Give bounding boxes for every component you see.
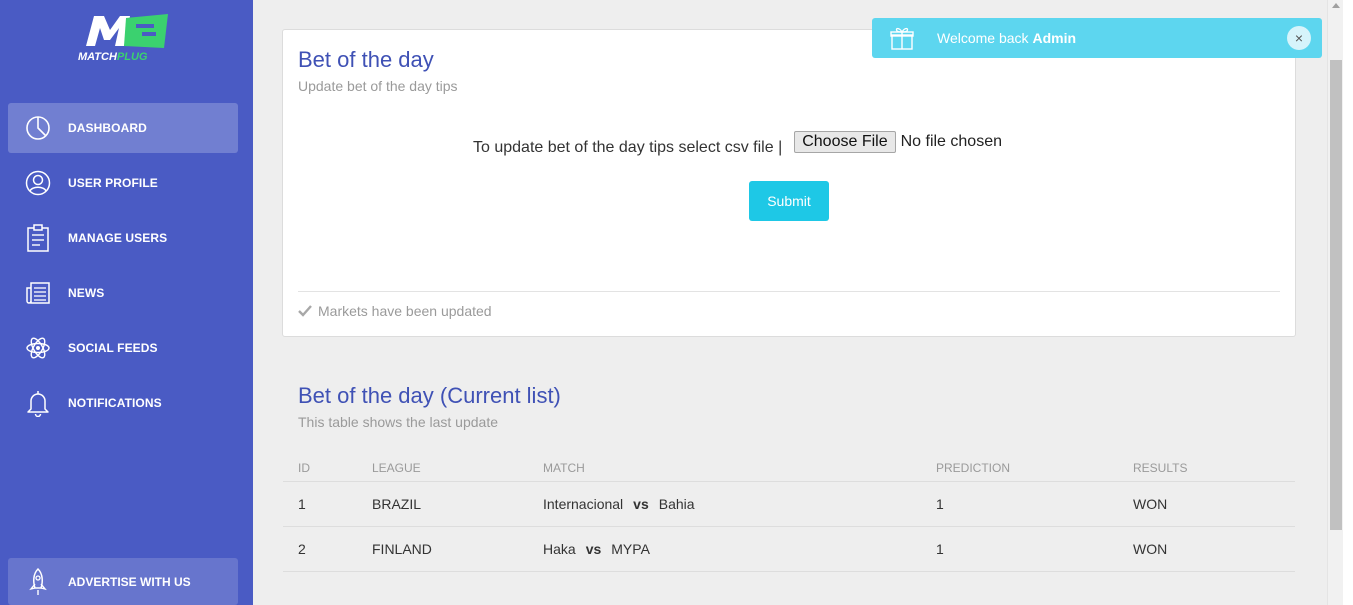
sidebar-item-manage-users[interactable]: MANAGE USERS	[8, 213, 238, 263]
sidebar-item-label: ADVERTISE WITH US	[68, 574, 191, 589]
sidebar-item-notifications[interactable]: NOTIFICATIONS	[8, 378, 238, 428]
col-league: LEAGUE	[372, 461, 421, 475]
sidebar-item-label: MANAGE USERS	[68, 231, 168, 245]
cell-prediction: 1	[936, 541, 944, 557]
logo-text-plug: PLUG	[116, 51, 148, 63]
sidebar-item-advertise[interactable]: ADVERTISE WITH US	[8, 558, 238, 605]
cell-result: WON	[1133, 541, 1168, 557]
choose-file-button[interactable]: Choose File	[794, 131, 896, 153]
sidebar-item-news[interactable]: NEWS	[8, 268, 238, 318]
cell-league: BRAZIL	[372, 496, 422, 512]
cell-league: FINLAND	[372, 541, 432, 557]
matchplug-logo[interactable]: MATCHPLUG	[78, 10, 170, 66]
cell-id: 2	[298, 541, 306, 557]
logo-text-match: MATCH	[78, 51, 117, 63]
scroll-up-arrow-icon[interactable]	[1332, 3, 1340, 8]
vs-label: vs	[633, 496, 649, 512]
col-results: RESULTS	[1133, 461, 1188, 475]
bets-table: ID LEAGUE MATCH PREDICTION RESULTS 1 BRA…	[283, 455, 1295, 572]
cell-match: Internacional vs Bahia	[543, 496, 695, 512]
check-icon	[298, 305, 312, 317]
sidebar-item-label: USER PROFILE	[68, 176, 158, 190]
cell-result: WON	[1133, 496, 1168, 512]
logo-text: MATCHPLUG	[78, 51, 170, 63]
window-edge	[1343, 0, 1353, 605]
table-row: 1 BRAZIL Internacional vs Bahia 1 WON	[283, 482, 1295, 527]
sidebar-item-label: DASHBOARD	[68, 121, 147, 135]
page-scrollbar[interactable]	[1327, 0, 1343, 605]
close-icon[interactable]: ×	[1287, 26, 1311, 50]
card-subtitle: Update bet of the day tips	[298, 78, 458, 94]
col-prediction: PREDICTION	[936, 461, 1011, 475]
cell-match: Haka vs MYPA	[543, 541, 650, 557]
sidebar-item-user-profile[interactable]: USER PROFILE	[8, 158, 238, 208]
newspaper-icon	[25, 280, 51, 306]
sidebar-nav: DASHBOARD USER PROFILE MANAGE USERS NEWS…	[0, 100, 253, 433]
table-header: ID LEAGUE MATCH PREDICTION RESULTS	[283, 455, 1295, 482]
sidebar: MATCHPLUG DASHBOARD USER PROFILE MANAGE …	[0, 0, 253, 605]
card-footer: Markets have been updated	[298, 291, 1280, 319]
sidebar-item-social-feeds[interactable]: SOCIAL FEEDS	[8, 323, 238, 373]
home-team: Internacional	[543, 496, 624, 512]
home-team: Haka	[543, 541, 576, 557]
current-list-title: Bet of the day (Current list)	[298, 383, 561, 408]
sidebar-item-label: SOCIAL FEEDS	[68, 341, 158, 355]
current-list-subtitle: This table shows the last update	[298, 414, 499, 430]
card-title: Bet of the day	[298, 47, 434, 72]
sidebar-item-dashboard[interactable]: DASHBOARD	[8, 103, 238, 153]
bell-icon	[25, 390, 51, 417]
user-icon	[25, 170, 51, 196]
main-content: Bet of the day Update bet of the day tip…	[253, 0, 1327, 605]
col-id: ID	[298, 461, 310, 475]
sidebar-item-label: NEWS	[68, 286, 105, 300]
away-team: Bahia	[658, 496, 695, 512]
away-team: MYPA	[611, 541, 650, 557]
footer-note: Markets have been updated	[318, 303, 492, 319]
clipboard-icon	[25, 224, 51, 252]
cell-prediction: 1	[936, 496, 944, 512]
table-row: 2 FINLAND Haka vs MYPA 1 WON	[283, 527, 1295, 572]
upload-card: Bet of the day Update bet of the day tip…	[282, 29, 1296, 337]
atom-icon	[25, 335, 51, 361]
toast-prefix: Welcome back	[937, 30, 1029, 46]
welcome-toast: Welcome back Admin ×	[872, 18, 1322, 58]
sidebar-item-label: NOTIFICATIONS	[68, 396, 162, 410]
pie-chart-icon	[25, 115, 51, 141]
cell-id: 1	[298, 496, 306, 512]
rocket-icon	[25, 567, 51, 597]
toast-user: Admin	[1032, 30, 1077, 46]
toast-message: Welcome back Admin	[937, 30, 1076, 46]
submit-button[interactable]: Submit	[749, 181, 829, 221]
csv-upload-row: To update bet of the day tips select csv…	[473, 127, 1002, 157]
col-match: MATCH	[543, 461, 585, 475]
logo-mark-icon	[86, 14, 168, 48]
file-status: No file chosen	[900, 133, 1002, 150]
vs-label: vs	[585, 541, 602, 557]
gift-icon	[890, 27, 914, 50]
scroll-thumb[interactable]	[1330, 60, 1342, 530]
upload-prompt: To update bet of the day tips select csv…	[473, 139, 783, 156]
